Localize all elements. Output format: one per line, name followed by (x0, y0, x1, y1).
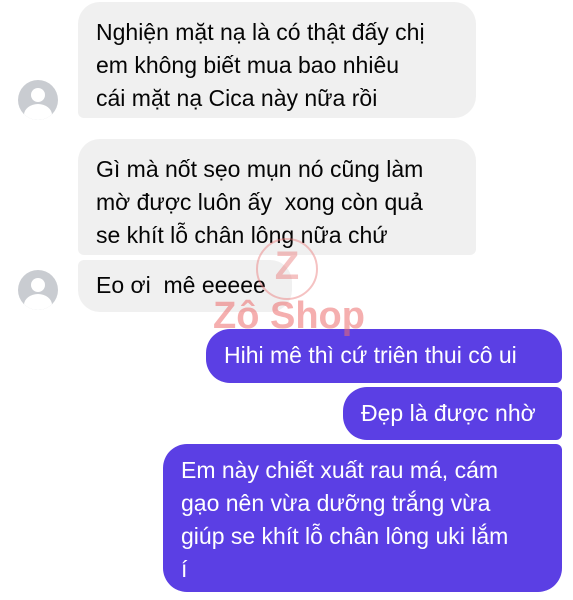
outgoing-message[interactable]: Đẹp là được nhờ (343, 387, 562, 440)
default-profile-icon (31, 278, 45, 292)
incoming-message[interactable]: Nghiện mặt nạ là có thật đấy chị em khôn… (78, 2, 476, 118)
default-profile-icon-body (24, 104, 52, 120)
contact-avatar[interactable] (18, 270, 58, 310)
incoming-message[interactable]: Eo ơi mê eeeee (78, 260, 292, 312)
outgoing-message[interactable]: Hihi mê thì cứ triên thui cô ui (206, 329, 562, 383)
incoming-message[interactable]: Gì mà nốt sẹo mụn nó cũng làm mờ được lu… (78, 139, 476, 255)
default-profile-icon (31, 88, 45, 102)
contact-avatar[interactable] (18, 80, 58, 120)
outgoing-message[interactable]: Em này chiết xuất rau má, cám gạo nên vừ… (163, 444, 562, 592)
default-profile-icon-body (24, 294, 52, 310)
